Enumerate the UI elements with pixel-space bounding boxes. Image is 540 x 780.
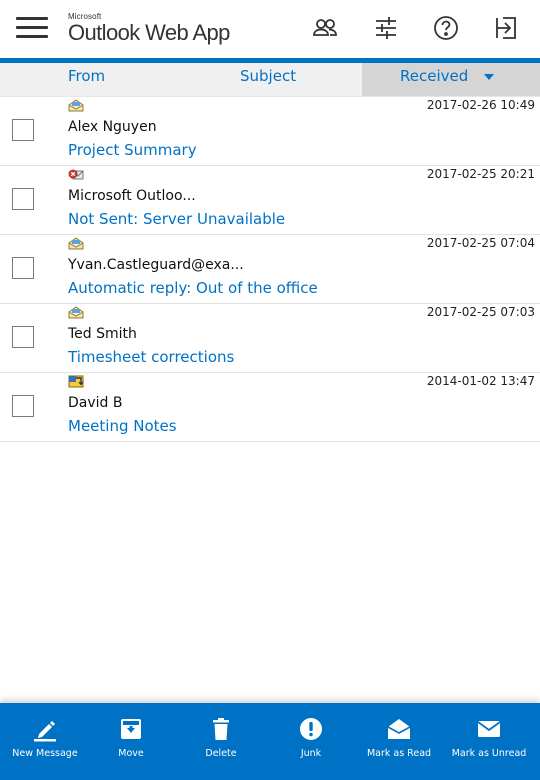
delete-label: Delete — [205, 748, 237, 759]
new-message-button[interactable]: New Message — [0, 703, 90, 780]
new-message-label: New Message — [12, 748, 78, 759]
message-date: 2017-02-25 07:03 — [426, 305, 535, 319]
message-subject: Automatic reply: Out of the office — [68, 279, 318, 297]
message-row[interactable]: 2017-02-25 20:21 Microsoft Outloo... Not… — [0, 166, 540, 235]
message-checkbox[interactable] — [12, 395, 34, 417]
app-logo: Microsoft Outlook Web App — [68, 12, 230, 45]
mark-as-read-button[interactable]: Mark as Read — [354, 703, 444, 780]
alert-circle-icon — [298, 716, 324, 742]
message-checkbox[interactable] — [12, 257, 34, 279]
message-subject: Not Sent: Server Unavailable — [68, 210, 286, 228]
envelope-error-icon — [68, 168, 84, 181]
message-list: 2017-02-26 10:49 Alex Nguyen Project Sum… — [0, 97, 540, 442]
message-sender: Ted Smith — [68, 326, 137, 342]
envelope-read-icon — [68, 99, 84, 112]
pencil-icon — [32, 716, 58, 742]
message-date: 2017-02-26 10:49 — [426, 98, 535, 112]
message-checkbox[interactable] — [12, 119, 34, 141]
junk-label: Junk — [300, 748, 322, 759]
envelope-read-icon — [68, 306, 84, 319]
delete-button[interactable]: Delete — [176, 703, 266, 780]
move-label: Move — [118, 748, 144, 759]
message-sender: David B — [68, 395, 123, 411]
message-date: 2014-01-02 13:47 — [426, 374, 535, 388]
envelope-closed-icon — [476, 716, 502, 742]
message-checkbox[interactable] — [12, 188, 34, 210]
message-row[interactable]: 2017-02-26 10:49 Alex Nguyen Project Sum… — [0, 97, 540, 166]
column-header-subject[interactable]: Subject — [240, 67, 296, 85]
message-sender: Yvan.Castleguard@exa... — [68, 257, 244, 273]
help-icon[interactable] — [432, 14, 460, 42]
people-icon[interactable] — [311, 14, 339, 42]
move-to-folder-icon — [118, 716, 144, 742]
message-subject: Project Summary — [68, 141, 197, 159]
meeting-request-icon — [68, 375, 84, 388]
column-header-row: From Subject Received — [0, 63, 540, 97]
app-header: Microsoft Outlook Web App — [0, 0, 540, 58]
settings-sliders-icon[interactable] — [372, 14, 400, 42]
message-date: 2017-02-25 07:04 — [426, 236, 535, 250]
trash-icon — [208, 716, 234, 742]
mark-as-unread-button[interactable]: Mark as Unread — [444, 703, 534, 780]
envelope-open-icon — [386, 716, 412, 742]
column-header-received-label: Received — [400, 67, 469, 85]
message-row[interactable]: 2014-01-02 13:47 David B Meeting Notes — [0, 373, 540, 442]
message-sender: Alex Nguyen — [68, 119, 157, 135]
envelope-read-icon — [68, 237, 84, 250]
junk-button[interactable]: Junk — [266, 703, 356, 780]
move-button[interactable]: Move — [86, 703, 176, 780]
message-row[interactable]: 2017-02-25 07:04 Yvan.Castleguard@exa...… — [0, 235, 540, 304]
sign-out-icon[interactable] — [492, 14, 520, 42]
message-row[interactable]: 2017-02-25 07:03 Ted Smith Timesheet cor… — [0, 304, 540, 373]
sort-descending-icon — [484, 74, 494, 80]
message-subject: Meeting Notes — [68, 417, 177, 435]
message-checkbox[interactable] — [12, 326, 34, 348]
message-subject: Timesheet corrections — [68, 348, 235, 366]
column-header-from[interactable]: From — [68, 67, 105, 85]
message-date: 2017-02-25 20:21 — [426, 167, 535, 181]
mark-as-unread-label: Mark as Unread — [451, 748, 527, 759]
menu-icon[interactable] — [16, 17, 48, 39]
mark-as-read-label: Mark as Read — [366, 748, 432, 759]
action-toolbar: New Message Move Delete Junk Mark as Rea… — [0, 703, 540, 780]
message-sender: Microsoft Outloo... — [68, 188, 196, 204]
brand-app-name: Outlook Web App — [68, 20, 230, 45]
column-header-received[interactable]: Received — [362, 63, 540, 96]
